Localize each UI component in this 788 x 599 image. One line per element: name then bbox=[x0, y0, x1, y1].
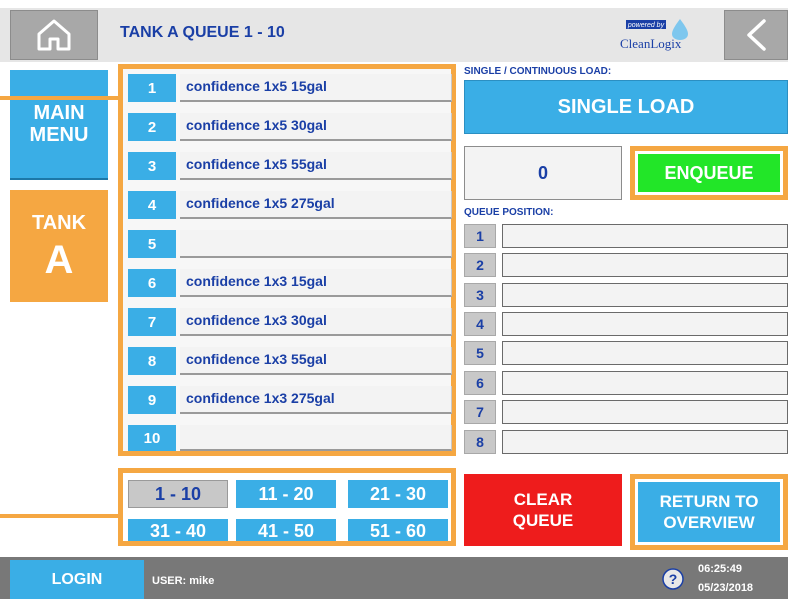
recipe-row[interactable]: 8 confidence 1x3 55gal bbox=[128, 347, 452, 381]
tab-page-41-50[interactable]: 41 - 50 bbox=[236, 519, 336, 541]
recipe-name[interactable]: confidence 1x3 55gal bbox=[180, 347, 452, 375]
queue-slot[interactable] bbox=[502, 224, 788, 248]
recipe-number: 10 bbox=[128, 425, 176, 451]
main-menu-label-2: MENU bbox=[29, 124, 89, 146]
login-button[interactable]: LOGIN bbox=[10, 560, 144, 599]
queue-slot[interactable] bbox=[502, 400, 788, 424]
return-label-2: OVERVIEW bbox=[663, 513, 755, 532]
return-to-overview-button[interactable]: RETURN TO OVERVIEW bbox=[638, 482, 780, 542]
recipe-list: 1 confidence 1x5 15gal 2 confidence 1x5 … bbox=[118, 64, 456, 456]
main-menu-button[interactable]: MAIN MENU bbox=[10, 70, 108, 180]
page-title: TANK A QUEUE 1 - 10 bbox=[120, 24, 285, 41]
return-highlight: RETURN TO OVERVIEW bbox=[630, 474, 788, 550]
back-button[interactable] bbox=[724, 10, 788, 60]
queue-slot[interactable] bbox=[502, 312, 788, 336]
help-icon[interactable]: ? bbox=[662, 568, 684, 590]
recipe-row[interactable]: 3 confidence 1x5 55gal bbox=[128, 152, 452, 186]
home-button[interactable] bbox=[10, 10, 98, 60]
recipe-row[interactable]: 1 confidence 1x5 15gal bbox=[128, 74, 452, 108]
recipe-name[interactable]: confidence 1x5 275gal bbox=[180, 191, 452, 219]
tab-page-31-40[interactable]: 31 - 40 bbox=[128, 519, 228, 541]
brand-tagline: powered by bbox=[627, 22, 665, 29]
load-mode-label: SINGLE / CONTINUOUS LOAD: bbox=[464, 66, 612, 77]
recipe-row[interactable]: 9 confidence 1x3 275gal bbox=[128, 386, 452, 420]
queue-number: 5 bbox=[464, 341, 496, 365]
enqueue-highlight: ENQUEUE bbox=[630, 146, 788, 200]
tank-button[interactable]: TANK A bbox=[10, 190, 108, 302]
queue-number: 6 bbox=[464, 371, 496, 395]
clock-time: 06:25:49 bbox=[698, 563, 743, 575]
clear-queue-button[interactable]: CLEAR QUEUE bbox=[464, 474, 622, 546]
recipe-number: 1 bbox=[128, 74, 176, 102]
recipe-number: 3 bbox=[128, 152, 176, 180]
recipe-number: 7 bbox=[128, 308, 176, 336]
load-mode-button[interactable]: SINGLE LOAD bbox=[464, 80, 788, 134]
queue-slot[interactable] bbox=[502, 283, 788, 307]
return-label-1: RETURN TO bbox=[659, 492, 759, 511]
clock-date: 05/23/2018 bbox=[698, 582, 754, 594]
recipe-row[interactable]: 10 bbox=[128, 425, 452, 451]
recipe-name[interactable]: confidence 1x5 15gal bbox=[180, 74, 452, 102]
brand-name: CleanLogix bbox=[620, 36, 682, 51]
queue-slot[interactable] bbox=[502, 341, 788, 365]
recipe-row[interactable]: 6 confidence 1x3 15gal bbox=[128, 269, 452, 303]
queue-slot[interactable] bbox=[502, 371, 788, 395]
queue-row: 1 bbox=[464, 224, 788, 250]
recipe-number: 4 bbox=[128, 191, 176, 219]
brand-logo: powered by CleanLogix bbox=[606, 14, 712, 54]
recipe-name[interactable]: confidence 1x5 30gal bbox=[180, 113, 452, 141]
recipe-number: 8 bbox=[128, 347, 176, 375]
page-tabs: 1 - 10 11 - 20 21 - 30 31 - 40 41 - 50 5… bbox=[118, 468, 456, 546]
tab-page-11-20[interactable]: 11 - 20 bbox=[236, 480, 336, 508]
queue-number: 8 bbox=[464, 430, 496, 454]
queue-row: 6 bbox=[464, 371, 788, 397]
queue-row: 5 bbox=[464, 341, 788, 367]
main-menu-label-1: MAIN bbox=[33, 102, 85, 124]
chevron-left-icon bbox=[747, 19, 766, 51]
tab-page-1-10[interactable]: 1 - 10 bbox=[128, 480, 228, 508]
recipe-number: 5 bbox=[128, 230, 176, 258]
recipe-row[interactable]: 2 confidence 1x5 30gal bbox=[128, 113, 452, 147]
count-field[interactable]: 0 bbox=[464, 146, 622, 200]
home-icon bbox=[37, 19, 71, 51]
queue-row: 3 bbox=[464, 283, 788, 309]
svg-text:?: ? bbox=[669, 571, 678, 587]
queue-number: 2 bbox=[464, 253, 496, 277]
queue-number: 7 bbox=[464, 400, 496, 424]
tank-letter: A bbox=[44, 237, 74, 282]
queue-number: 3 bbox=[464, 283, 496, 307]
tab-page-51-60[interactable]: 51 - 60 bbox=[348, 519, 448, 541]
user-label: USER: mike bbox=[152, 575, 215, 587]
queue-number: 1 bbox=[464, 224, 496, 248]
queue-slot[interactable] bbox=[502, 253, 788, 277]
queue-row: 8 bbox=[464, 430, 788, 456]
queue-row: 2 bbox=[464, 253, 788, 279]
enqueue-button[interactable]: ENQUEUE bbox=[638, 154, 780, 192]
recipe-name[interactable]: confidence 1x3 15gal bbox=[180, 269, 452, 297]
queue-number: 4 bbox=[464, 312, 496, 336]
queue-row: 4 bbox=[464, 312, 788, 338]
recipe-row[interactable]: 4 confidence 1x5 275gal bbox=[128, 191, 452, 225]
recipe-name[interactable]: confidence 1x5 55gal bbox=[180, 152, 452, 180]
queue-slot[interactable] bbox=[502, 430, 788, 454]
queue-row: 7 bbox=[464, 400, 788, 426]
recipe-number: 2 bbox=[128, 113, 176, 141]
clear-queue-label-1: CLEAR bbox=[513, 490, 573, 509]
clock: 06:25:49 05/23/2018 bbox=[698, 560, 753, 598]
recipe-number: 6 bbox=[128, 269, 176, 297]
tab-page-21-30[interactable]: 21 - 30 bbox=[348, 480, 448, 508]
recipe-name[interactable]: confidence 1x3 30gal bbox=[180, 308, 452, 336]
recipe-name[interactable] bbox=[180, 425, 452, 451]
callout-line-tabs bbox=[0, 514, 122, 518]
recipe-row[interactable]: 5 bbox=[128, 230, 452, 264]
tank-label: TANK bbox=[31, 211, 87, 234]
callout-line-list bbox=[0, 96, 122, 100]
clear-queue-label-2: QUEUE bbox=[512, 511, 574, 530]
recipe-name[interactable]: confidence 1x3 275gal bbox=[180, 386, 452, 414]
recipe-number: 9 bbox=[128, 386, 176, 414]
queue-position-label: QUEUE POSITION: bbox=[464, 207, 554, 218]
recipe-row[interactable]: 7 confidence 1x3 30gal bbox=[128, 308, 452, 342]
recipe-name[interactable] bbox=[180, 230, 452, 258]
